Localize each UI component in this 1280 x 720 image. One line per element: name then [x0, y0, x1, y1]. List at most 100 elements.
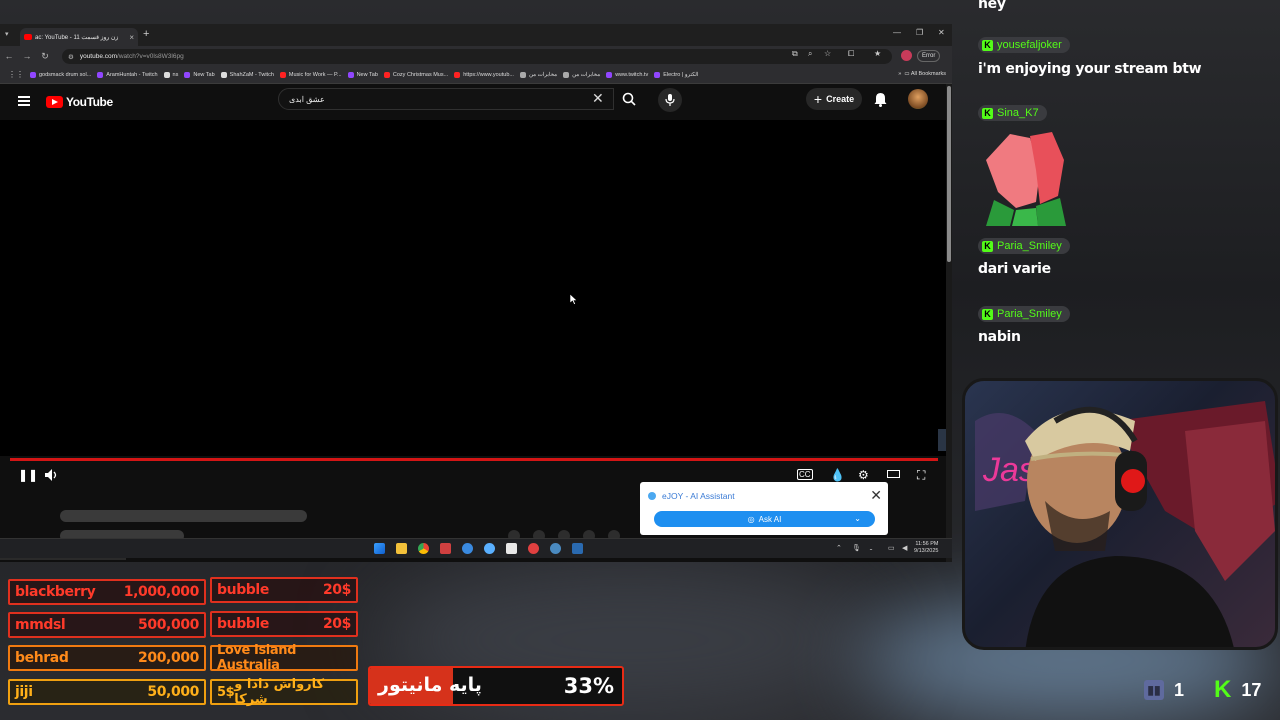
mic-tray-icon[interactable]: 🎙 [852, 544, 861, 552]
forward-button[interactable]: → [18, 51, 36, 61]
all-bookmarks[interactable]: » ▭ All Bookmarks [898, 71, 946, 77]
reload-button[interactable]: ↻ [36, 51, 54, 62]
video-progress-bar[interactable] [10, 458, 938, 461]
volume-tray-icon[interactable]: ◀ [902, 544, 907, 552]
notifications-bell-icon[interactable] [874, 92, 887, 107]
fullscreen-icon[interactable]: ⛶ [917, 468, 925, 483]
pause-icon[interactable]: ❚❚ [18, 468, 38, 482]
app-icon[interactable] [506, 543, 517, 554]
search-icon [622, 92, 636, 106]
edge-icon[interactable] [462, 543, 473, 554]
extensions-icon[interactable]: ⧠ [848, 49, 854, 59]
bookmark-item[interactable]: Music for Work — P... [279, 71, 342, 78]
bookmark-item[interactable]: Cozy Christmas Mus... [383, 71, 448, 78]
chat-message: nabin [978, 329, 1021, 345]
donor-name: bubble [217, 582, 269, 598]
bookmark-item[interactable]: godsmack drum sol... [30, 71, 91, 78]
ask-ai-button[interactable]: ◎ Ask AI ⌄ [654, 511, 875, 527]
bookmark-item[interactable]: ns [163, 71, 178, 78]
chevron-down-icon[interactable]: ⌄ [854, 514, 861, 523]
taskbar-clock[interactable]: 11:56 PM 9/13/2025 [914, 541, 938, 555]
youtube-logo[interactable]: YouTube [46, 95, 113, 109]
bookmark-item[interactable]: Electro | الکترو [654, 71, 698, 78]
restore-button[interactable]: ❐ [916, 28, 923, 37]
new-tab-button[interactable]: + [143, 28, 149, 40]
apps-icon[interactable]: ⋮⋮ [8, 70, 24, 79]
scrollbar-thumb[interactable] [947, 86, 951, 262]
bookmark-item[interactable]: www.twitch.tv [606, 71, 648, 78]
network-icon[interactable]: ▭ [888, 544, 895, 552]
clapping-hands-emote-icon [986, 132, 1066, 226]
minimize-button[interactable]: — [893, 28, 901, 37]
kick-viewer-count: 17 [1241, 679, 1262, 700]
bookmarks-icon[interactable]: ★ [874, 49, 881, 58]
tab-search-icon[interactable]: ▾ [5, 30, 9, 38]
theater-mode-icon[interactable] [887, 470, 900, 478]
back-button[interactable]: ← [0, 51, 18, 61]
steam-icon[interactable] [572, 543, 583, 554]
start-icon[interactable] [374, 543, 385, 554]
subtitles-icon[interactable]: CC [797, 469, 813, 480]
ambient-mode-icon[interactable]: 💧 [830, 468, 845, 482]
donor-name: کارواش دادا و شرکا [234, 677, 325, 707]
microphone-icon [665, 94, 675, 106]
bookmark-item[interactable]: AramHuntah - Twitch [97, 71, 158, 78]
site-info-icon[interactable]: ⚙ [68, 53, 74, 61]
bookmark-item[interactable]: New Tab [184, 71, 215, 78]
kick-icon: K [1214, 676, 1232, 703]
donation-goal-bar: پایه مانیتور 33% [368, 666, 624, 706]
profile-avatar[interactable] [901, 50, 912, 61]
chat-bubble-icon: ◎ [747, 514, 755, 524]
settings-icon[interactable] [550, 543, 561, 554]
account-avatar[interactable] [908, 89, 928, 109]
video-player[interactable] [0, 120, 946, 456]
bookmark-item[interactable]: مخابرات من [563, 71, 600, 78]
donation-entry: jiji 50,000 [8, 679, 206, 705]
donation-entry: mmdsl 500,000 [8, 612, 206, 638]
clock-time: 11:56 PM [915, 541, 939, 547]
voice-search-button[interactable] [658, 88, 682, 112]
ejoy-title: eJOY - AI Assistant [662, 491, 735, 501]
tray-expand-icon[interactable]: ⌃ [836, 544, 842, 552]
tab-title: ac: YouTube - زن روز قسمت 11 [35, 34, 119, 41]
tab-close-icon[interactable]: × [129, 33, 134, 42]
chrome-icon[interactable] [418, 543, 429, 554]
search-button[interactable] [614, 88, 644, 110]
clear-search-icon[interactable]: ✕ [592, 90, 604, 107]
ejoy-logo-icon [648, 492, 656, 500]
create-button[interactable]: + Create [806, 88, 862, 110]
bookmark-item[interactable]: ShahZaM - Twitch [220, 71, 274, 78]
install-icon[interactable]: ⧉ [792, 49, 798, 59]
close-window-button[interactable]: ✕ [938, 28, 945, 37]
side-panel-edge [938, 429, 946, 451]
url-text: youtube.com/watch?v=v0ls8W3l6pg [80, 53, 184, 60]
zoom-icon[interactable]: ⌕ [808, 49, 812, 59]
donation-amount: 20$ [322, 582, 351, 598]
kick-badge-icon: K [982, 107, 993, 119]
error-button[interactable]: Error [917, 50, 941, 62]
browser-tab[interactable]: ac: YouTube - زن روز قسمت 11 × [20, 28, 138, 46]
search-input[interactable]: عشق ابدی [278, 88, 614, 110]
page-scrollbar[interactable] [946, 84, 952, 562]
address-bar[interactable]: ⚙ youtube.com/watch?v=v0ls8W3l6pg ⧉ ⌕ ☆ … [62, 49, 892, 64]
obs-icon[interactable] [528, 543, 539, 554]
bookmarks-bar: ⋮⋮ godsmack drum sol... AramHuntah - Twi… [0, 66, 952, 84]
donation-amount: 50,000 [147, 684, 199, 700]
title-skeleton [60, 510, 307, 522]
ejoy-close-icon[interactable]: ✕ [870, 487, 882, 504]
settings-gear-icon[interactable]: ⚙ [858, 468, 869, 482]
chat-username: K yousefaljoker [978, 37, 1070, 53]
language-icon[interactable]: ـ [870, 544, 872, 552]
bookmark-item[interactable]: https://www.youtub... [454, 71, 514, 78]
donor-name: behrad [15, 650, 69, 666]
menu-icon[interactable] [18, 96, 30, 106]
bookmark-star-icon[interactable]: ☆ [824, 49, 831, 58]
browser-toolbar: ← → ↻ ⚙ youtube.com/watch?v=v0ls8W3l6pg … [0, 46, 952, 66]
file-explorer-icon[interactable] [396, 543, 407, 554]
bookmark-item[interactable]: مخابرات من [519, 71, 557, 78]
app-icon[interactable] [484, 543, 495, 554]
app-icon[interactable] [440, 543, 451, 554]
twitch-icon: ▮▮ [1144, 680, 1164, 700]
bookmark-item[interactable]: New Tab [347, 71, 378, 78]
volume-icon[interactable] [45, 469, 59, 481]
